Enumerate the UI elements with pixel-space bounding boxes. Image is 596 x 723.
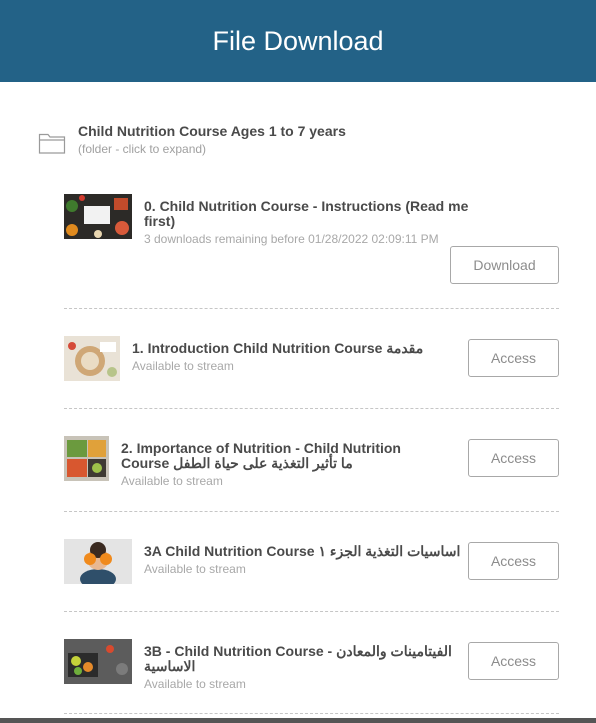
thumbnail-image	[64, 539, 132, 584]
item-title: 3A Child Nutrition Course اساسيات التغذي…	[144, 543, 461, 559]
file-item: 3A Child Nutrition Course اساسيات التغذي…	[64, 539, 559, 585]
item-title: 2. Importance of Nutrition - Child Nutri…	[121, 440, 401, 471]
download-button[interactable]: Download	[450, 246, 559, 284]
thumbnail-image	[64, 194, 132, 239]
file-item: 1. Introduction Child Nutrition Course م…	[64, 336, 559, 382]
divider	[64, 308, 559, 309]
item-title: 0. Child Nutrition Course - Instructions…	[144, 198, 469, 229]
access-button[interactable]: Access	[468, 339, 559, 377]
access-button[interactable]: Access	[468, 439, 559, 477]
item-status: Available to stream	[121, 474, 223, 488]
page-title: File Download	[212, 25, 384, 56]
divider	[64, 713, 559, 714]
item-status: Available to stream	[132, 359, 234, 373]
page-header: File Download	[0, 0, 596, 82]
thumbnail-image	[64, 336, 120, 381]
file-item: 3B - Child Nutrition Course - الفيتامينا…	[64, 639, 559, 691]
item-status: 3 downloads remaining before 01/28/2022 …	[144, 232, 439, 246]
item-status: Available to stream	[144, 677, 246, 691]
bottom-bar	[0, 718, 596, 723]
divider	[64, 611, 559, 612]
thumbnail-image	[64, 639, 132, 684]
folder-title: Child Nutrition Course Ages 1 to 7 years	[78, 123, 346, 139]
divider	[64, 511, 559, 512]
thumbnail-image	[64, 436, 109, 481]
folder-row[interactable]: Child Nutrition Course Ages 1 to 7 years…	[38, 123, 578, 163]
item-title: 3B - Child Nutrition Course - الفيتامينا…	[144, 643, 452, 674]
file-item: 0. Child Nutrition Course - Instructions…	[64, 194, 559, 286]
file-item: 2. Importance of Nutrition - Child Nutri…	[64, 436, 559, 488]
access-button[interactable]: Access	[468, 542, 559, 580]
folder-subtitle: (folder - click to expand)	[78, 142, 207, 156]
item-status: Available to stream	[144, 562, 246, 576]
folder-icon	[38, 129, 66, 155]
access-button[interactable]: Access	[468, 642, 559, 680]
item-title: 1. Introduction Child Nutrition Course م…	[132, 340, 424, 356]
divider	[64, 408, 559, 409]
